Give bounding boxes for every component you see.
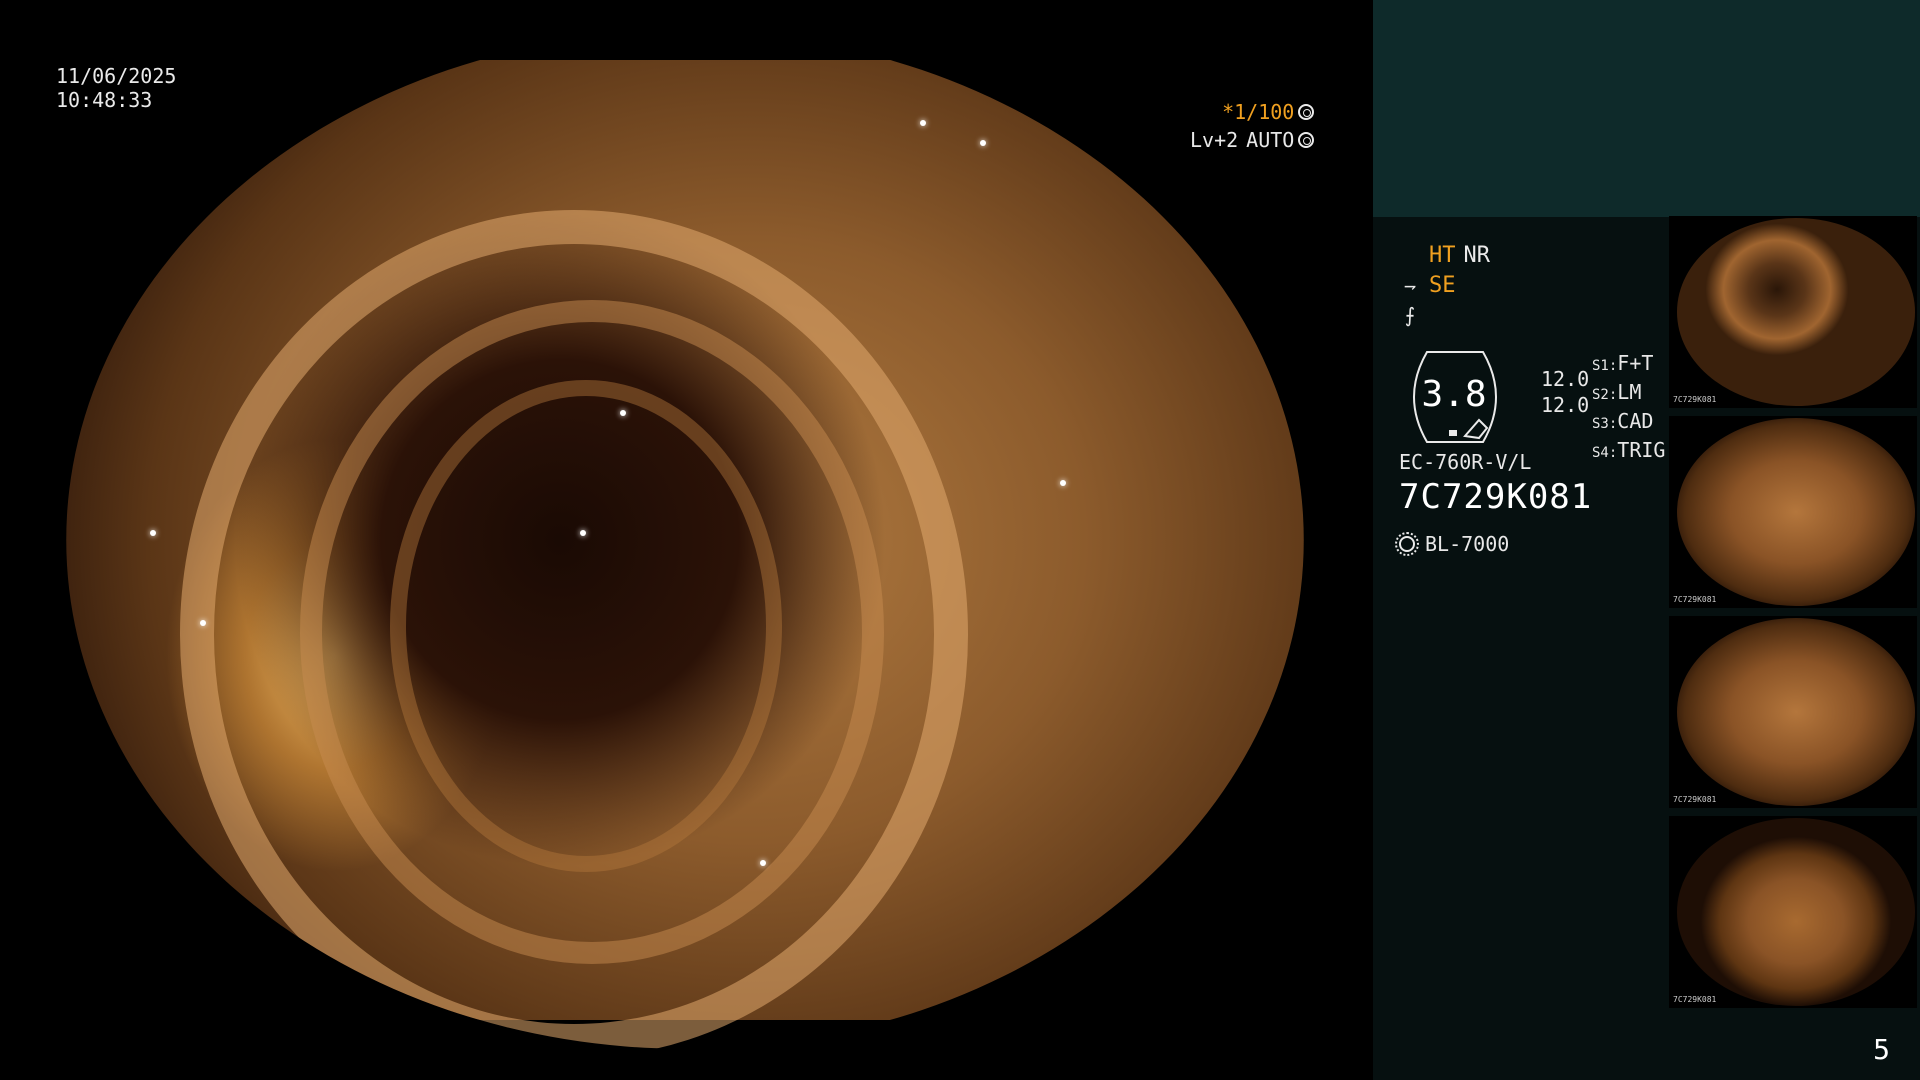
ht-indicator: HT — [1429, 242, 1456, 268]
thumbnail[interactable]: 7C729K081 — [1669, 616, 1917, 808]
specular-highlight — [920, 120, 926, 126]
capture-thumbnails: 7C729K081 7C729K081 7C729K081 7C729K081 — [1669, 216, 1917, 1016]
brightness-level: Lv+2 — [1190, 128, 1239, 152]
light-source: BL-7000 — [1395, 532, 1510, 556]
thumbnail-label: 7C729K081 — [1673, 595, 1717, 604]
light-source-icon — [1395, 532, 1419, 556]
switch-key: S4 — [1592, 445, 1609, 461]
switch-value: CAD — [1617, 409, 1654, 433]
time-text: 10:48:33 — [56, 88, 153, 112]
mucosal-fold — [390, 380, 782, 872]
shutter-speed: *1/100 — [1222, 100, 1295, 124]
endoscope-main-view: 11/06/2025 10:48:33 *1/100 Lv+2 AUTO — [0, 0, 1373, 1080]
gauge-numbers: 12.0 12.0 — [1541, 366, 1589, 418]
gauge-number-bottom: 12.0 — [1541, 393, 1590, 417]
info-panel: HT NR ⇁ SE ⨍ 3.8 12.0 12.0 ☰ * S1:F+T S2:L… — [1373, 0, 1920, 1080]
switch-value: F+T — [1617, 351, 1654, 375]
specular-highlight — [1060, 480, 1066, 486]
switch-row: S2:LM — [1592, 380, 1642, 404]
switch-value: TRIG — [1617, 438, 1666, 462]
switch-row: S3:CAD — [1592, 409, 1654, 433]
switch-key: S3 — [1592, 416, 1609, 432]
color-enhance-icon: ⨍ — [1404, 303, 1416, 327]
thumbnail[interactable]: 7C729K081 — [1669, 416, 1917, 608]
iris-icon — [1298, 132, 1315, 148]
specular-highlight — [980, 140, 986, 146]
specular-highlight — [760, 860, 766, 866]
specular-highlight — [200, 620, 206, 626]
page-number: 5 — [1873, 1033, 1890, 1066]
zoom-gauge: 3.8 12.0 12.0 ☰ * S1:F+T S2:LM S3:CAD S4… — [1399, 304, 1834, 462]
datetime: 11/06/2025 10:48:33 — [56, 64, 176, 112]
scope-serial: 7C729K081 — [1399, 477, 1593, 517]
thumbnail-label: 7C729K081 — [1673, 395, 1717, 404]
endoscopic-image — [66, 60, 1304, 1049]
panel-header-area — [1373, 0, 1920, 217]
scope-model: EC-760R-V/L — [1399, 450, 1532, 474]
switch-key: S1 — [1592, 358, 1609, 374]
thumbnail[interactable]: 7C729K081 — [1669, 216, 1917, 408]
enhancement-status: HT NR ⇁ SE ⨍ — [1399, 240, 1649, 330]
thumbnail-label: 7C729K081 — [1673, 795, 1717, 804]
specular-highlight — [620, 410, 626, 416]
switch-row: S1:F+T — [1592, 351, 1654, 375]
date-text: 11/06/2025 — [56, 64, 177, 88]
nr-indicator: NR — [1463, 242, 1491, 268]
light-source-label: BL-7000 — [1425, 532, 1510, 556]
structure-enhance-icon: ⇁ — [1403, 273, 1417, 297]
gauge-number-top: 12.0 — [1541, 367, 1590, 391]
switch-value: LM — [1617, 380, 1642, 404]
thumbnail[interactable]: 7C729K081 — [1669, 816, 1917, 1008]
specular-highlight — [150, 530, 156, 536]
shutter-icon — [1298, 104, 1315, 120]
thumbnail-label: 7C729K081 — [1673, 995, 1717, 1004]
switch-key: S2 — [1592, 387, 1609, 403]
switch-row: S4:TRIG — [1592, 438, 1666, 462]
switch-assignments: ☰ * S1:F+T S2:LM S3:CAD S4:TRIG — [1592, 304, 1834, 466]
specular-highlight — [580, 530, 586, 536]
exposure-settings: *1/100 Lv+2 AUTO — [1190, 98, 1315, 154]
se-indicator: SE — [1429, 272, 1456, 298]
exposure-mode: AUTO — [1246, 128, 1295, 152]
gauge-value: 3.8 — [1421, 374, 1487, 415]
